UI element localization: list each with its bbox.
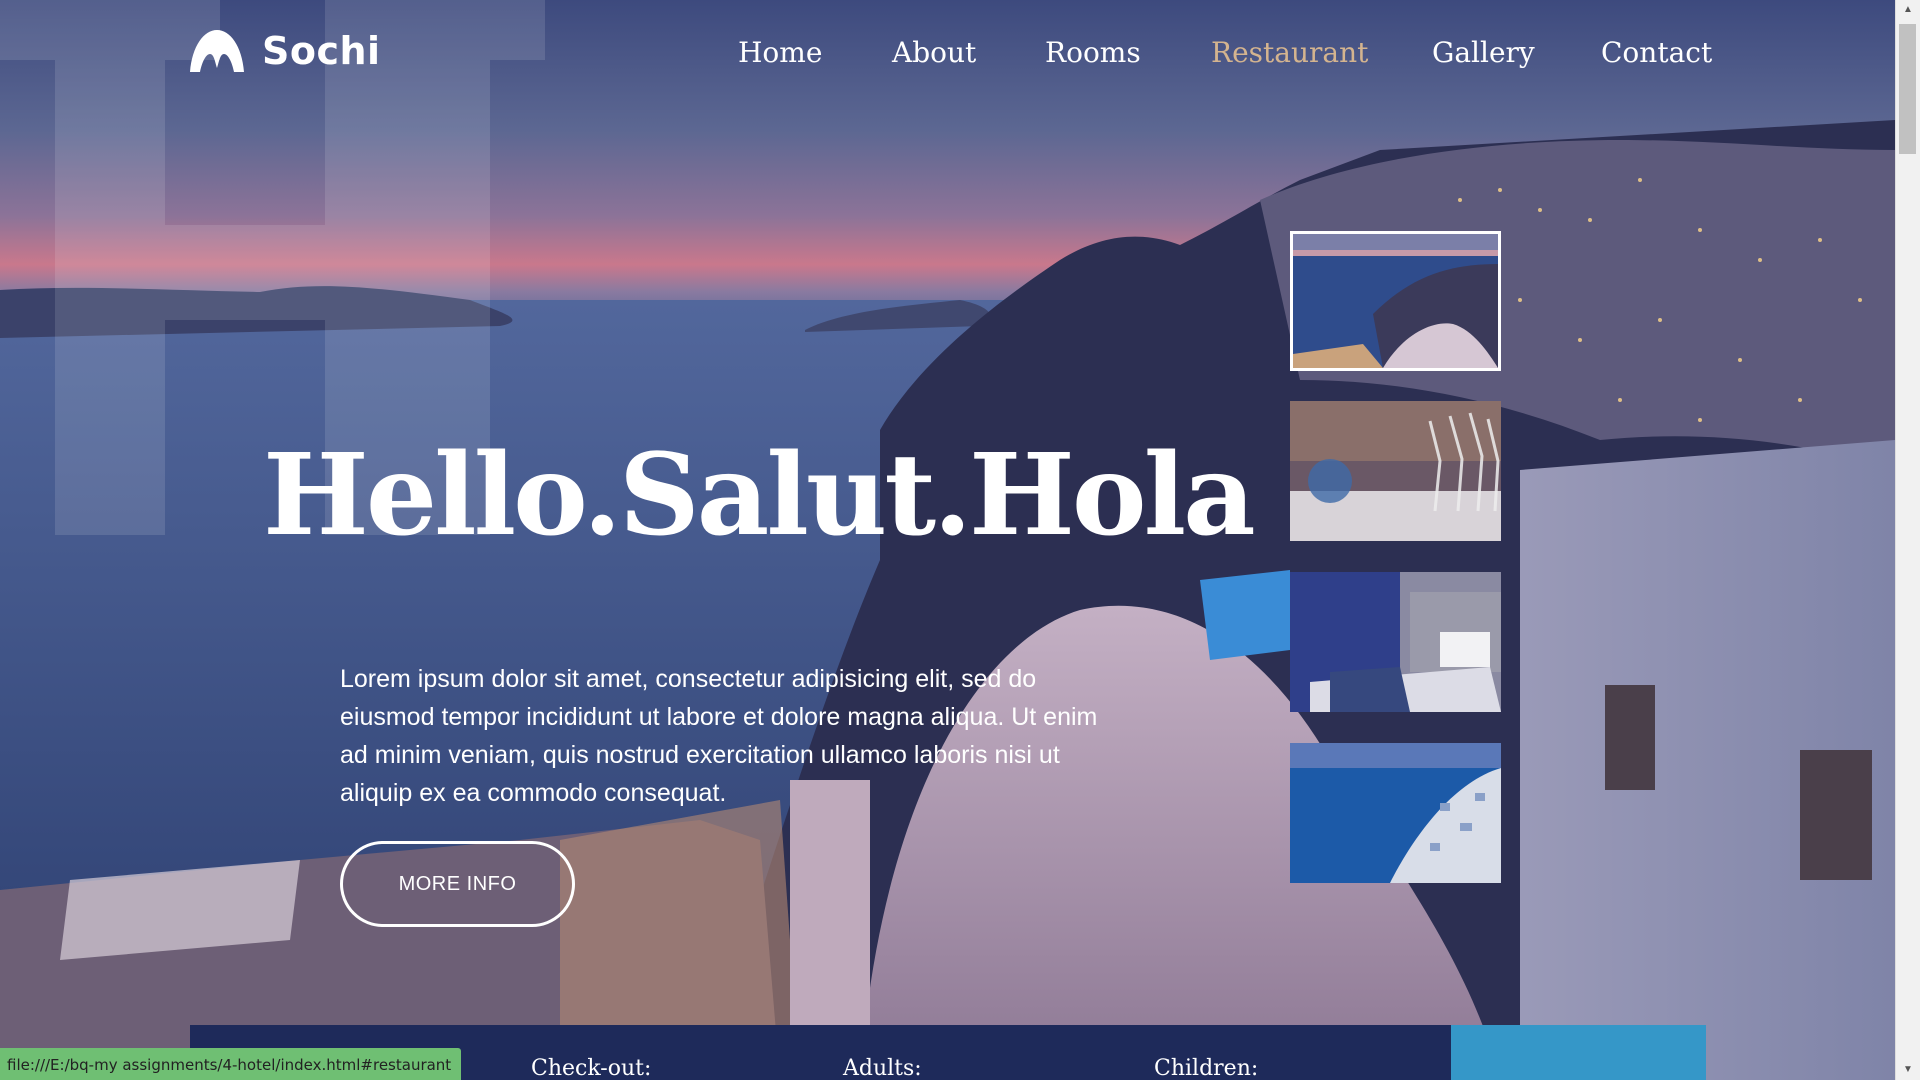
nav-home[interactable]: Home bbox=[738, 36, 822, 69]
santorini-coast-image bbox=[1290, 743, 1501, 883]
nav-rooms[interactable]: Rooms bbox=[1045, 36, 1141, 69]
adults-label: Adults: bbox=[843, 1056, 922, 1080]
nav-contact[interactable]: Contact bbox=[1601, 36, 1712, 69]
thumb-hotel-room[interactable] bbox=[1290, 572, 1501, 712]
thumb-restaurant-glasses[interactable] bbox=[1290, 401, 1501, 541]
nav-gallery[interactable]: Gallery bbox=[1432, 36, 1535, 69]
more-info-button[interactable]: MORE INFO bbox=[340, 841, 575, 927]
scroll-down-arrow-icon[interactable]: ▼ bbox=[1896, 1060, 1920, 1080]
hero-description: Lorem ipsum dolor sit amet, consectetur … bbox=[340, 665, 1098, 807]
sunset-view-image bbox=[1293, 234, 1498, 368]
nav-restaurant[interactable]: Restaurant bbox=[1211, 36, 1368, 69]
browser-status-url: file:///E:/bq-my assignments/4-hotel/ind… bbox=[0, 1048, 462, 1080]
page-scrollbar[interactable]: ▲ ▼ bbox=[1895, 0, 1920, 1080]
hotel-room-image bbox=[1290, 572, 1501, 712]
checkout-label: Check-out: bbox=[531, 1056, 652, 1080]
children-label: Children: bbox=[1154, 1056, 1259, 1080]
scroll-up-arrow-icon[interactable]: ▲ bbox=[1896, 0, 1920, 20]
thumb-sunset-view[interactable] bbox=[1290, 231, 1501, 371]
thumb-santorini-coast[interactable] bbox=[1290, 743, 1501, 883]
booking-submit-button[interactable] bbox=[1451, 1025, 1706, 1080]
restaurant-glasses-image bbox=[1290, 401, 1501, 541]
main-nav: Home About Rooms Restaurant Gallery Cont… bbox=[0, 36, 1920, 76]
nav-about[interactable]: About bbox=[892, 36, 976, 69]
scroll-thumb[interactable] bbox=[1899, 24, 1916, 154]
hero-title: Hello.Salut.Hola bbox=[263, 430, 1256, 561]
